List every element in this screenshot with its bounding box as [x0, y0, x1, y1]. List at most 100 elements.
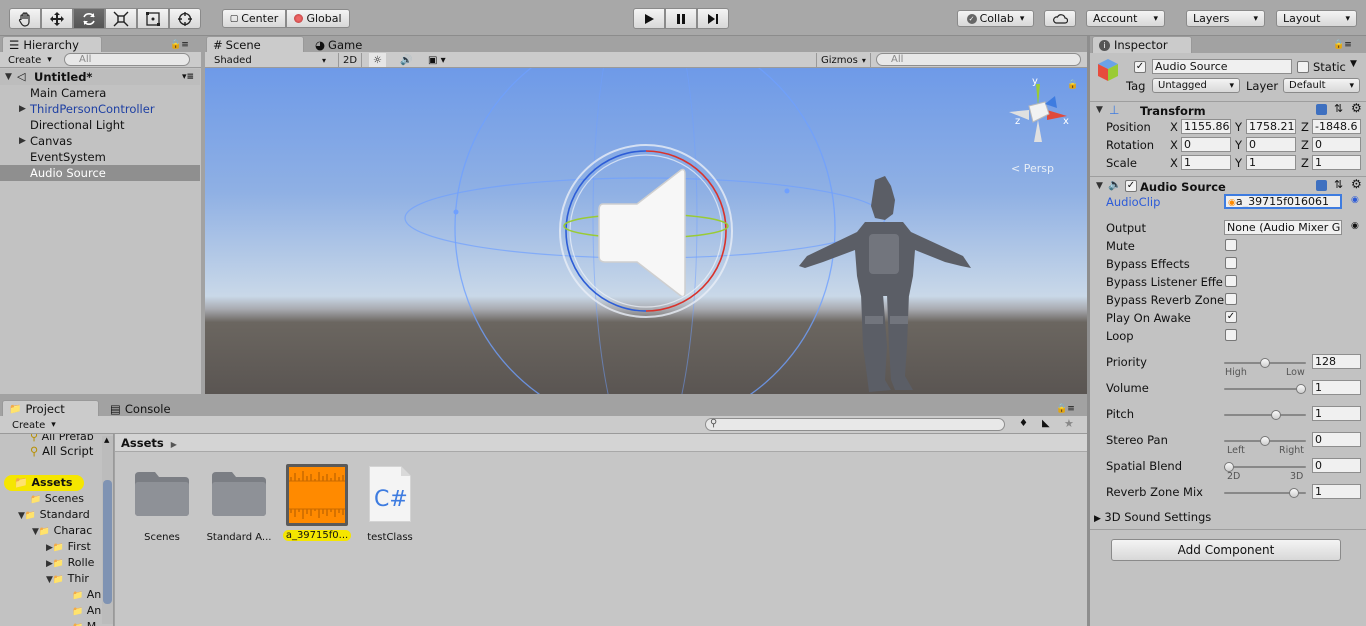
audio-toggle[interactable]: 🔊 — [396, 53, 416, 67]
asset-audio-clip[interactable]: a_39715f0... — [283, 464, 351, 548]
project-search-input[interactable]: ⚲ — [705, 418, 1005, 431]
spatial-blend-slider[interactable] — [1224, 462, 1306, 472]
filter-by-label-icon[interactable]: ◣ — [1042, 418, 1050, 429]
effects-dropdown[interactable]: ▣ ▾ — [424, 53, 450, 67]
account-dropdown[interactable]: Account — [1086, 10, 1165, 27]
tree-item-third-person[interactable]: ▼📁 Thir — [46, 572, 89, 585]
project-lock-icon[interactable]: 🔒≡ — [1056, 404, 1075, 414]
inspector-tab[interactable]: i Inspector — [1092, 36, 1192, 53]
project-create-button[interactable]: Create — [8, 418, 60, 432]
tree-item-roller-ball[interactable]: ▶📁 Rolle — [46, 556, 94, 569]
add-component-button[interactable]: Add Component — [1111, 539, 1341, 561]
collapsed-arrow-icon[interactable]: ▶ — [19, 101, 26, 117]
scene-viewport[interactable]: y x z 🔒 < Persp — [205, 68, 1087, 394]
scale-x-field[interactable]: 1 — [1181, 155, 1231, 170]
stereo-pan-slider[interactable] — [1224, 436, 1306, 446]
game-tab[interactable]: ◕ Game — [309, 36, 389, 53]
tree-item-characters[interactable]: ▼📁 Charac — [32, 524, 92, 537]
tree-item-scenes[interactable]: 📁 Scenes — [30, 492, 84, 505]
scene-tab[interactable]: # Scene — [206, 36, 304, 53]
pivot-center-button[interactable]: ▢ Center — [222, 9, 286, 28]
bypass-effects-checkbox[interactable] — [1225, 257, 1237, 269]
inspector-lock-icon[interactable]: 🔒≡ — [1333, 40, 1352, 50]
collab-dropdown[interactable]: ✓ Collab — [957, 10, 1034, 27]
asset-standard-assets-folder[interactable]: Standard A... — [205, 468, 273, 548]
bypass-reverb-checkbox[interactable] — [1225, 293, 1237, 305]
help-book-icon[interactable] — [1316, 104, 1327, 115]
rotation-z-field[interactable]: 0 — [1312, 137, 1361, 152]
layout-dropdown[interactable]: Layout — [1276, 10, 1357, 27]
active-checkbox[interactable]: ✓ — [1134, 61, 1146, 73]
object-name-field[interactable]: Audio Source — [1152, 59, 1292, 74]
reverb-zone-mix-slider[interactable] — [1224, 488, 1306, 498]
rect-tool-button[interactable] — [137, 8, 169, 29]
position-z-field[interactable]: -1848.6 — [1312, 119, 1361, 134]
slider-knob[interactable] — [1296, 384, 1306, 394]
bypass-listener-checkbox[interactable] — [1225, 275, 1237, 287]
tag-dropdown[interactable]: Untagged — [1152, 78, 1240, 93]
hierarchy-create-button[interactable]: Create — [4, 53, 56, 67]
rotation-y-field[interactable]: 0 — [1246, 137, 1296, 152]
scene-menu-icon[interactable]: ▾≡ — [182, 69, 194, 85]
hierarchy-item-third-person-controller[interactable]: ▶ ThirdPersonController — [0, 101, 200, 117]
help-book-icon[interactable] — [1316, 180, 1327, 191]
preset-icon[interactable]: ⇅ — [1334, 178, 1343, 191]
pause-button[interactable] — [665, 8, 697, 29]
scroll-thumb[interactable] — [103, 480, 112, 604]
tree-item-all-scripts[interactable]: ⚲ All Script — [30, 444, 93, 458]
loop-checkbox[interactable] — [1225, 329, 1237, 341]
tree-item-standard-assets[interactable]: ▼📁 Standard — [18, 508, 90, 521]
mute-checkbox[interactable] — [1225, 239, 1237, 251]
object-picker-icon[interactable]: ◉ — [1351, 195, 1359, 205]
audioclip-field[interactable]: ◉a_39715f016061 — [1224, 194, 1342, 209]
position-y-field[interactable]: 1758.21 — [1246, 119, 1296, 134]
favorite-star-icon[interactable]: ★ — [1064, 417, 1074, 430]
asset-test-class-script[interactable]: C# testClass — [361, 464, 419, 548]
tree-scrollbar[interactable]: ▲ — [102, 436, 113, 624]
reverb-zone-mix-field[interactable]: 1 — [1312, 484, 1361, 499]
asset-scenes-folder[interactable]: Scenes — [129, 468, 195, 548]
scroll-up-arrow-icon[interactable]: ▲ — [104, 436, 109, 444]
shading-mode-dropdown[interactable]: Shaded ▾ — [210, 53, 330, 67]
project-tab[interactable]: 📁 Project — [2, 400, 99, 417]
play-on-awake-checkbox[interactable]: ✓ — [1225, 311, 1237, 323]
hierarchy-tab[interactable]: ☰ Hierarchy — [2, 36, 102, 53]
space-global-button[interactable]: Global — [286, 9, 350, 28]
rotate-tool-button[interactable] — [73, 8, 105, 29]
priority-slider[interactable] — [1224, 358, 1306, 368]
slider-knob[interactable] — [1260, 358, 1270, 368]
sound-3d-settings-foldout[interactable]: ▶ 3D Sound Settings — [1094, 510, 1211, 524]
slider-knob[interactable] — [1260, 436, 1270, 446]
breadcrumb-assets[interactable]: Assets ▶ — [121, 436, 177, 450]
object-picker-icon[interactable]: ◉ — [1351, 221, 1359, 231]
orientation-gizmo[interactable]: y x z — [1005, 76, 1071, 150]
tree-item-all-prefabs[interactable]: ⚲ All Prefab — [30, 434, 94, 443]
hierarchy-search-input[interactable]: All — [64, 53, 190, 66]
hierarchy-item-event-system[interactable]: EventSystem — [0, 149, 200, 165]
hand-tool-button[interactable] — [9, 8, 41, 29]
stereo-pan-field[interactable]: 0 — [1312, 432, 1361, 447]
cloud-button[interactable] — [1044, 10, 1076, 27]
priority-field[interactable]: 128 — [1312, 354, 1361, 369]
gizmos-dropdown[interactable]: Gizmos ▾ — [816, 53, 871, 67]
scale-tool-button[interactable] — [105, 8, 137, 29]
scale-y-field[interactable]: 1 — [1246, 155, 1296, 170]
scene-root-row[interactable]: ▼ ◁ Untitled* ▾≡ — [0, 69, 200, 85]
volume-slider[interactable] — [1224, 384, 1306, 394]
slider-knob[interactable] — [1270, 410, 1281, 420]
slider-knob[interactable] — [1288, 488, 1299, 498]
hierarchy-item-audio-source[interactable]: Audio Source — [0, 165, 200, 181]
scene-search-input[interactable]: All — [876, 53, 1081, 66]
tree-item-materials[interactable]: 📁 M — [72, 620, 96, 626]
collapsed-arrow-icon[interactable]: ▶ — [19, 133, 26, 149]
filter-by-type-icon[interactable]: ♦ — [1019, 418, 1028, 429]
tree-item-animations[interactable]: 📁 An — [72, 588, 101, 601]
pitch-slider[interactable] — [1224, 410, 1306, 420]
step-button[interactable] — [697, 8, 729, 29]
settings-gear-icon[interactable]: ⚙ — [1351, 101, 1362, 115]
move-tool-button[interactable] — [41, 8, 73, 29]
console-tab[interactable]: ▤ Console — [104, 400, 201, 417]
output-field[interactable]: None (Audio Mixer G — [1224, 220, 1342, 235]
hierarchy-lock-icon[interactable]: 🔒≡ — [170, 40, 189, 50]
scene-lock-icon[interactable]: 🔒 — [1067, 80, 1078, 90]
